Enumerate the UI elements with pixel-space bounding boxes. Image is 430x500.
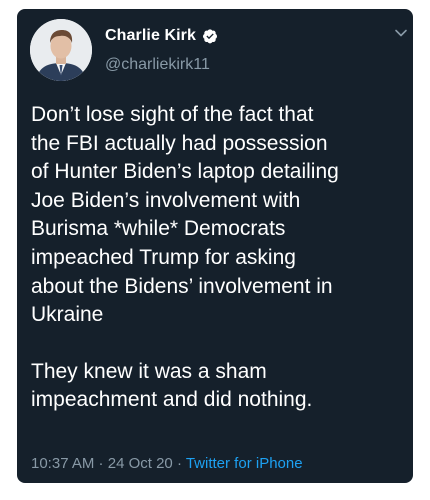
avatar[interactable] (30, 19, 92, 81)
tweet-text: Don’t lose sight of the fact that the FB… (31, 101, 409, 415)
tweet-paragraph: They knew it was a sham impeachment and … (31, 359, 313, 412)
author-display-name[interactable]: Charlie Kirk (105, 27, 196, 45)
tweet-source-link[interactable]: Twitter for iPhone (186, 455, 303, 472)
avatar-image (30, 19, 92, 81)
chevron-down-icon[interactable] (394, 26, 408, 40)
tweet-time[interactable]: 10:37 AM (31, 455, 94, 472)
tweet-paragraph: Don’t lose sight of the fact that the FB… (31, 103, 339, 327)
verified-badge-icon (202, 28, 218, 44)
tweet-date[interactable]: 24 Oct 20 (108, 455, 173, 472)
tweet-card: Charlie Kirk @charliekirk11 Don’t lose s… (17, 9, 413, 483)
meta-separator: · (94, 455, 108, 472)
author-name-row: Charlie Kirk (105, 27, 218, 45)
author-handle[interactable]: @charliekirk11 (105, 56, 210, 74)
meta-separator: · (172, 455, 186, 472)
tweet-meta: 10:37 AM · 24 Oct 20 · Twitter for iPhon… (31, 455, 303, 472)
